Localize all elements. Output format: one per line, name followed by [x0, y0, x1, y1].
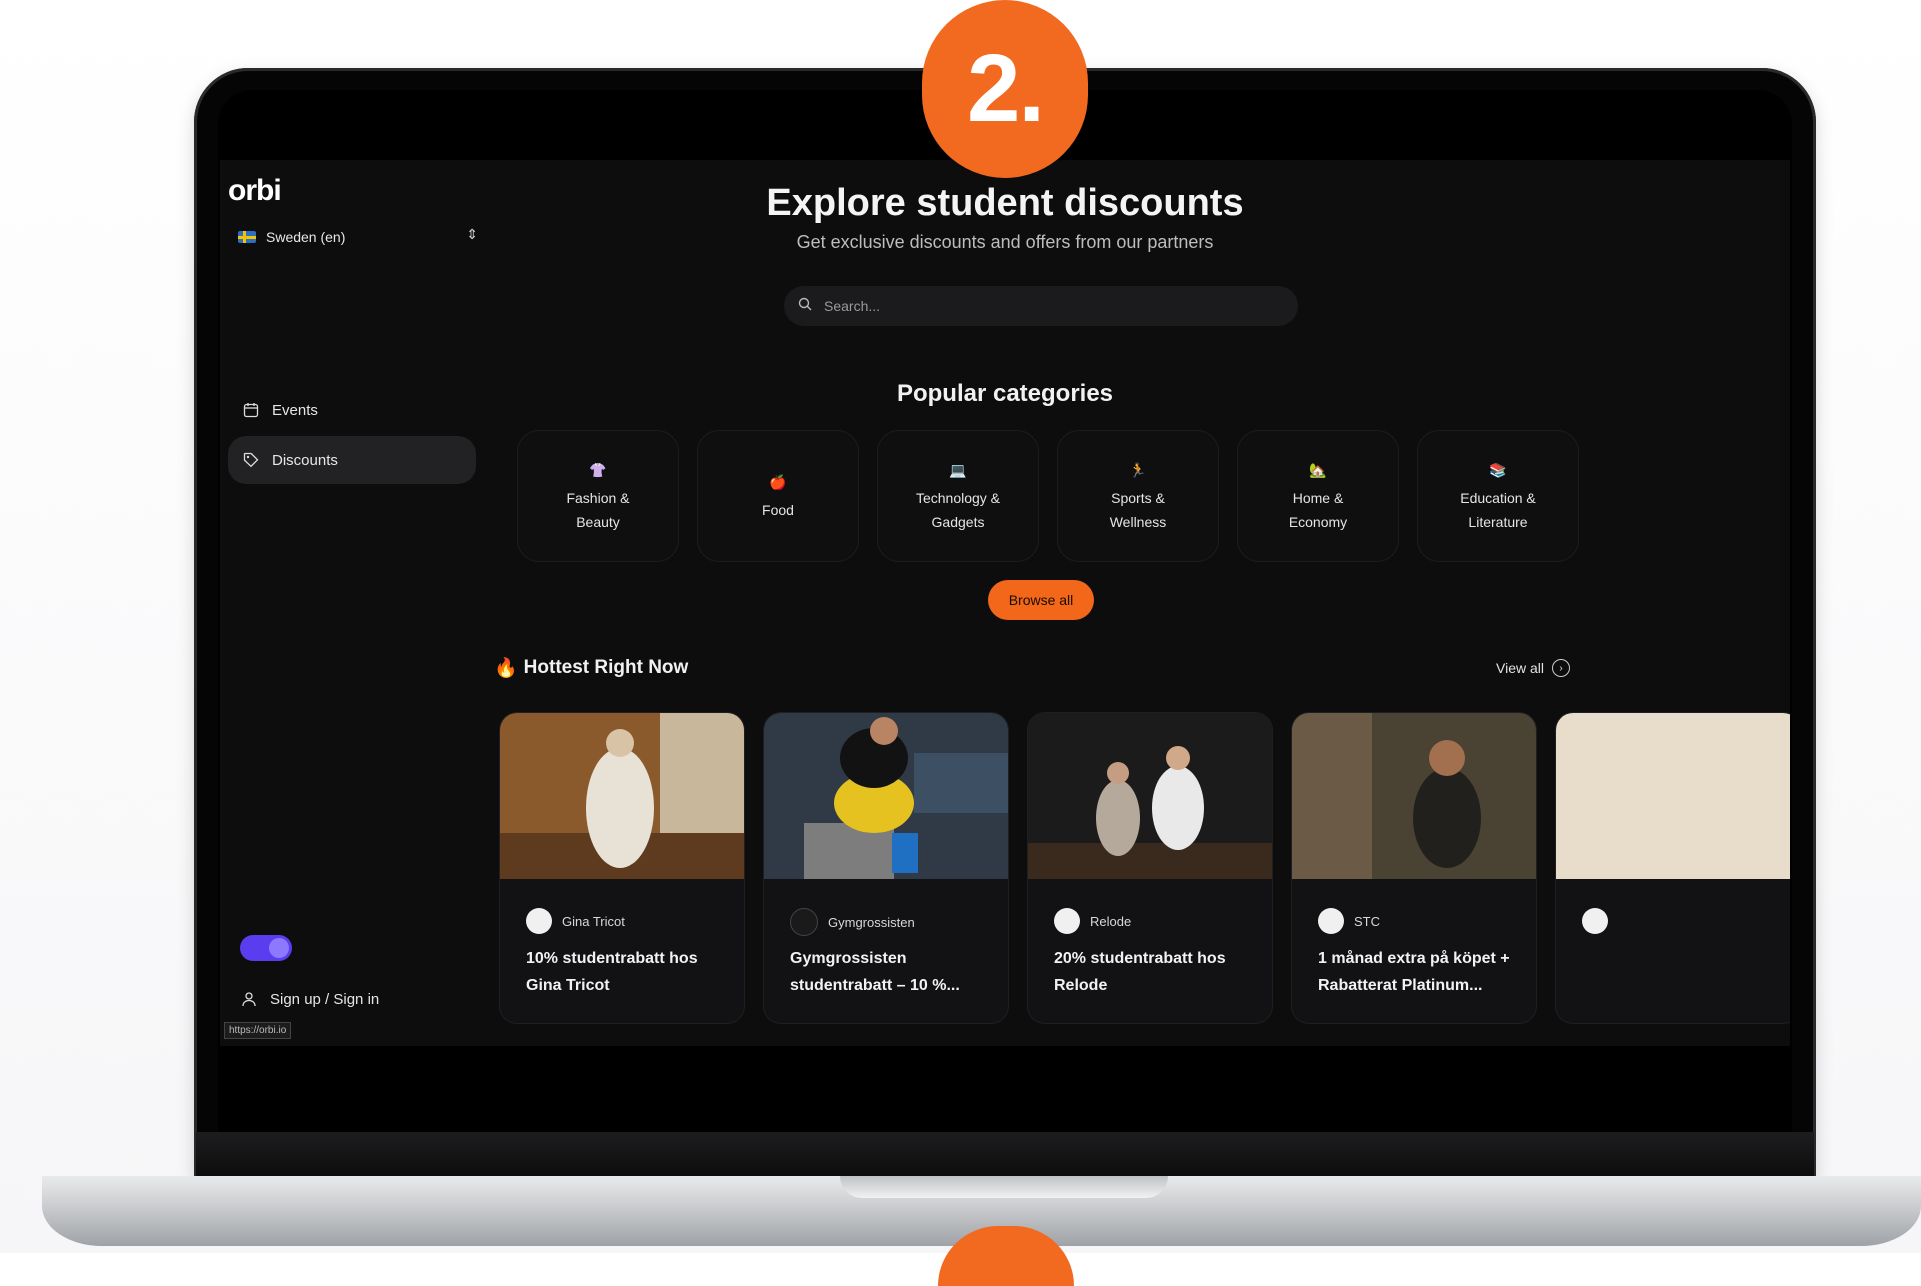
card-brand [1582, 908, 1618, 934]
category-label: Food [762, 502, 794, 518]
card-brand: Gymgrossisten [790, 908, 915, 936]
category-label: Economy [1288, 514, 1348, 530]
card-image [1292, 713, 1536, 879]
card-title: 1 månad extra på köpet + Rabatterat Plat… [1318, 950, 1510, 994]
runner-icon: 🏃 [1129, 462, 1147, 478]
brand-name: Relode [1090, 913, 1132, 929]
laptop-notch-lip [840, 1176, 1168, 1198]
card-image [1028, 713, 1272, 879]
brand-logo [1318, 908, 1344, 934]
tag-icon [242, 451, 260, 469]
sidebar-item-label: Discounts [272, 451, 338, 469]
discount-card[interactable]: Relode 20% studentrabatt hos Relode [1027, 712, 1273, 1024]
category-technology-gadgets[interactable]: 💻 Technology & Gadgets [877, 430, 1039, 562]
toggle-knob [269, 938, 289, 958]
laptop-icon: 💻 [949, 462, 967, 478]
theme-toggle[interactable] [240, 935, 292, 961]
category-list: 👚 Fashion & Beauty 🍎 Food 💻 Technology &… [517, 430, 1579, 562]
card-brand: Gina Tricot [526, 908, 625, 934]
card-brand: Relode [1054, 908, 1131, 934]
view-all-label: View all [1496, 660, 1544, 676]
signin-link[interactable]: Sign up / Sign in [240, 990, 379, 1008]
card-title: Gymgrossisten studentrabatt – 10 %... [790, 950, 960, 994]
books-icon: 📚 [1489, 462, 1507, 478]
brand-name: Gina Tricot [562, 913, 625, 929]
card-brand: STC [1318, 908, 1380, 934]
discount-card[interactable]: Gina Tricot 10% studentrabatt hos Gina T… [499, 712, 745, 1024]
app-screen: orbi Sweden (en) ⇕ Events Discounts Sign… [220, 160, 1790, 1046]
card-image [500, 713, 744, 879]
search-icon [798, 297, 812, 316]
discount-card-list: Gina Tricot 10% studentrabatt hos Gina T… [499, 712, 1790, 1032]
card-image [764, 713, 1008, 879]
page-subtitle: Get exclusive discounts and offers from … [796, 232, 1214, 252]
signin-label: Sign up / Sign in [270, 990, 380, 1008]
sidebar-item-discounts[interactable]: Discounts [228, 436, 476, 484]
step-badge: 2. [922, 0, 1088, 178]
category-label: Home & [1292, 490, 1344, 506]
brand-logo [526, 908, 552, 934]
category-label: Wellness [1109, 514, 1167, 530]
browse-all-button[interactable]: Browse all [988, 580, 1094, 620]
brand-name: STC [1354, 913, 1380, 929]
category-label: Gadgets [931, 514, 985, 530]
screen-bottom-bar [220, 1046, 1790, 1116]
card-title: 10% studentrabatt hos Gina Tricot [526, 950, 698, 994]
category-label: Sports & [1111, 490, 1165, 506]
shirt-icon: 👚 [589, 462, 607, 478]
category-label: Education & [1460, 490, 1536, 506]
category-home-economy[interactable]: 🏡 Home & Economy [1237, 430, 1399, 562]
category-food[interactable]: 🍎 Food [697, 430, 859, 562]
brand-logo [790, 908, 818, 936]
view-all-link[interactable]: View all › [1496, 659, 1570, 677]
discount-card[interactable]: STC 1 månad extra på köpet + Rabatterat … [1291, 712, 1537, 1024]
discount-card[interactable]: Gymgrossisten Gymgrossisten studentrabat… [763, 712, 1009, 1024]
discount-card-partial[interactable] [1555, 712, 1790, 1024]
laptop-hinge [196, 1132, 1814, 1178]
brand-logo [1054, 908, 1080, 934]
category-label: Fashion & [566, 490, 630, 506]
hottest-title-label: Hottest Right Now [523, 657, 689, 678]
arrow-circle-icon: › [1552, 659, 1570, 677]
flame-icon: 🔥 [494, 658, 518, 679]
card-title: 20% studentrabatt hos Relode [1054, 950, 1226, 994]
category-label: Literature [1468, 514, 1528, 530]
brand-name: Gymgrossisten [828, 914, 915, 930]
hottest-title: 🔥 Hottest Right Now [494, 656, 688, 680]
page-title: Explore student discounts [766, 182, 1244, 224]
apple-icon: 🍎 [769, 474, 787, 490]
categories-title: Popular categories [896, 380, 1114, 407]
category-sports-wellness[interactable]: 🏃 Sports & Wellness [1057, 430, 1219, 562]
category-education-literature[interactable]: 📚 Education & Literature [1417, 430, 1579, 562]
search-input[interactable] [822, 297, 1266, 315]
brand-logo [1582, 908, 1608, 934]
status-url-tooltip: https://orbi.io [224, 1022, 292, 1039]
category-label: Beauty [576, 514, 620, 530]
user-icon [240, 990, 258, 1008]
category-label: Technology & [915, 490, 1001, 506]
card-image [1556, 713, 1790, 879]
search-bar[interactable] [784, 286, 1298, 326]
house-icon: 🏡 [1309, 462, 1327, 478]
category-fashion-beauty[interactable]: 👚 Fashion & Beauty [517, 430, 679, 562]
